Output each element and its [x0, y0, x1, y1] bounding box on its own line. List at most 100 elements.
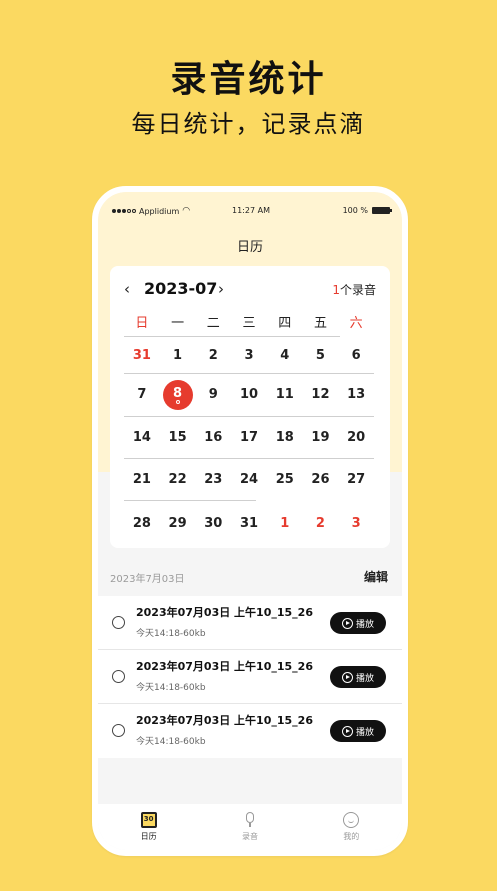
calendar-day[interactable]: 29	[160, 516, 196, 531]
calendar-day-next-month[interactable]: 3	[338, 516, 374, 531]
weekday-thu: 四	[278, 316, 292, 331]
calendar-week-1: 31 1 2 3 4 5 6	[124, 348, 374, 363]
calendar-divider	[124, 336, 340, 337]
calendar-day[interactable]: 10	[231, 387, 267, 417]
tab-profile[interactable]: 我的	[301, 804, 402, 850]
calendar-week-3: 14 15 16 17 18 19 20	[124, 430, 374, 445]
calendar-day[interactable]: 2	[195, 348, 231, 363]
recording-marker-icon	[175, 400, 180, 404]
calendar-day[interactable]: 9	[195, 387, 231, 417]
calendar-divider	[124, 416, 374, 417]
list-item[interactable]: 2023年07月03日 上午10_15_26 今天14:18-60kb 播放	[98, 596, 402, 650]
tab-label: 录音	[241, 832, 258, 841]
calendar-divider	[124, 458, 374, 459]
calendar-day-next-month[interactable]: 1	[267, 516, 303, 531]
recording-meta: 今天14:18-60kb	[136, 683, 206, 693]
play-icon	[341, 725, 353, 737]
prev-month-button[interactable]: ‹	[124, 280, 130, 298]
record-count: 1个录音	[332, 281, 376, 298]
select-radio[interactable]	[112, 724, 125, 737]
calendar-day[interactable]: 1	[160, 348, 196, 363]
weekday-sun: 日	[135, 316, 149, 331]
calendar-day[interactable]: 17	[231, 430, 267, 445]
calendar-day[interactable]: 21	[124, 472, 160, 487]
tab-calendar[interactable]: 30 日历	[98, 804, 199, 850]
recording-title: 2023年07月03日 上午10_15_26	[136, 714, 313, 727]
calendar-month: 2023-07	[144, 279, 218, 298]
weekday-row: 日 一 二 三 四 五 六	[124, 312, 374, 331]
battery-label: 100 %	[342, 206, 368, 215]
recordings-list: 2023年07月03日 上午10_15_26 今天14:18-60kb 播放 2…	[98, 596, 402, 758]
calendar-divider	[124, 500, 256, 501]
status-bar: Applidium ◠ 11:27 AM 100 %	[112, 206, 392, 220]
play-label: 播放	[355, 619, 374, 630]
record-count-number: 1	[332, 283, 340, 297]
play-button[interactable]: 播放	[330, 720, 386, 742]
tab-label: 日历	[140, 832, 157, 841]
calendar-day[interactable]: 22	[160, 472, 196, 487]
calendar-day[interactable]: 11	[267, 387, 303, 417]
smile-icon	[343, 812, 360, 828]
section-date: 2023年7月03日	[110, 574, 185, 585]
tab-bar: 30 日历 录音 我的	[98, 804, 402, 850]
calendar-day[interactable]: 15	[160, 430, 196, 445]
hero-subtitle: 每日统计，记录点滴	[131, 110, 366, 138]
play-icon	[341, 671, 353, 683]
weekday-wed: 三	[242, 316, 256, 331]
calendar-card: ‹ 2023-07 › 1个录音 日 一 二 三 四 五 六 31 1 2 3 …	[110, 266, 390, 548]
recording-meta: 今天14:18-60kb	[136, 629, 206, 639]
calendar-header: ‹ 2023-07 › 1个录音	[124, 279, 376, 300]
play-button[interactable]: 播放	[330, 612, 386, 634]
calendar-day[interactable]: 24	[231, 472, 267, 487]
next-month-button[interactable]: ›	[218, 280, 224, 298]
calendar-week-5: 28 29 30 31 1 2 3	[124, 516, 374, 531]
calendar-divider	[124, 373, 374, 374]
calendar-day[interactable]: 16	[195, 430, 231, 445]
tab-recording[interactable]: 录音	[199, 804, 300, 850]
status-right: 100 %	[342, 206, 392, 215]
select-radio[interactable]	[112, 616, 125, 629]
play-icon	[341, 617, 353, 629]
play-label: 播放	[355, 727, 374, 738]
weekday-fri: 五	[313, 316, 327, 331]
calendar-day[interactable]: 31	[124, 348, 160, 363]
calendar-day[interactable]: 26	[303, 472, 339, 487]
calendar-day[interactable]: 4	[267, 348, 303, 363]
recording-title: 2023年07月03日 上午10_15_26	[136, 660, 313, 673]
nav-title: 日历	[236, 240, 263, 255]
list-item[interactable]: 2023年07月03日 上午10_15_26 今天14:18-60kb 播放	[98, 704, 402, 758]
calendar-day[interactable]: 23	[195, 472, 231, 487]
calendar-day[interactable]: 30	[195, 516, 231, 531]
calendar-day-next-month[interactable]: 2	[303, 516, 339, 531]
calendar-day[interactable]: 5	[303, 348, 339, 363]
selected-day-label: 8	[173, 386, 183, 401]
list-item[interactable]: 2023年07月03日 上午10_15_26 今天14:18-60kb 播放	[98, 650, 402, 704]
calendar-day[interactable]: 27	[338, 472, 374, 487]
phone-frame: Applidium ◠ 11:27 AM 100 % 日历 ‹ 2023-07 …	[92, 186, 408, 856]
calendar-day[interactable]: 28	[124, 516, 160, 531]
calendar-day[interactable]: 20	[338, 430, 374, 445]
recording-title: 2023年07月03日 上午10_15_26	[136, 606, 313, 619]
calendar-day[interactable]: 31	[231, 516, 267, 531]
calendar-day[interactable]: 13	[338, 387, 374, 417]
weekday-tue: 二	[206, 316, 220, 331]
calendar-day[interactable]: 19	[303, 430, 339, 445]
edit-button[interactable]: 编辑	[364, 568, 388, 585]
calendar-day[interactable]: 12	[303, 387, 339, 417]
calendar-day[interactable]: 25	[267, 472, 303, 487]
tab-label: 我的	[343, 832, 360, 841]
calendar-day[interactable]: 18	[267, 430, 303, 445]
hero-title: 录音统计	[170, 59, 327, 100]
calendar-day[interactable]: 7	[124, 387, 160, 417]
weekday-mon: 一	[171, 316, 185, 331]
calendar-day[interactable]: 6	[338, 348, 374, 363]
record-count-suffix: 个录音	[339, 283, 376, 297]
weekday-sat: 六	[349, 316, 363, 331]
calendar-day[interactable]: 3	[231, 348, 267, 363]
play-button[interactable]: 播放	[330, 666, 386, 688]
battery-icon	[372, 207, 392, 214]
calendar-day[interactable]: 14	[124, 430, 160, 445]
calendar-day-selected[interactable]: 8	[160, 380, 196, 417]
recording-meta: 今天14:18-60kb	[136, 737, 206, 747]
select-radio[interactable]	[112, 670, 125, 683]
